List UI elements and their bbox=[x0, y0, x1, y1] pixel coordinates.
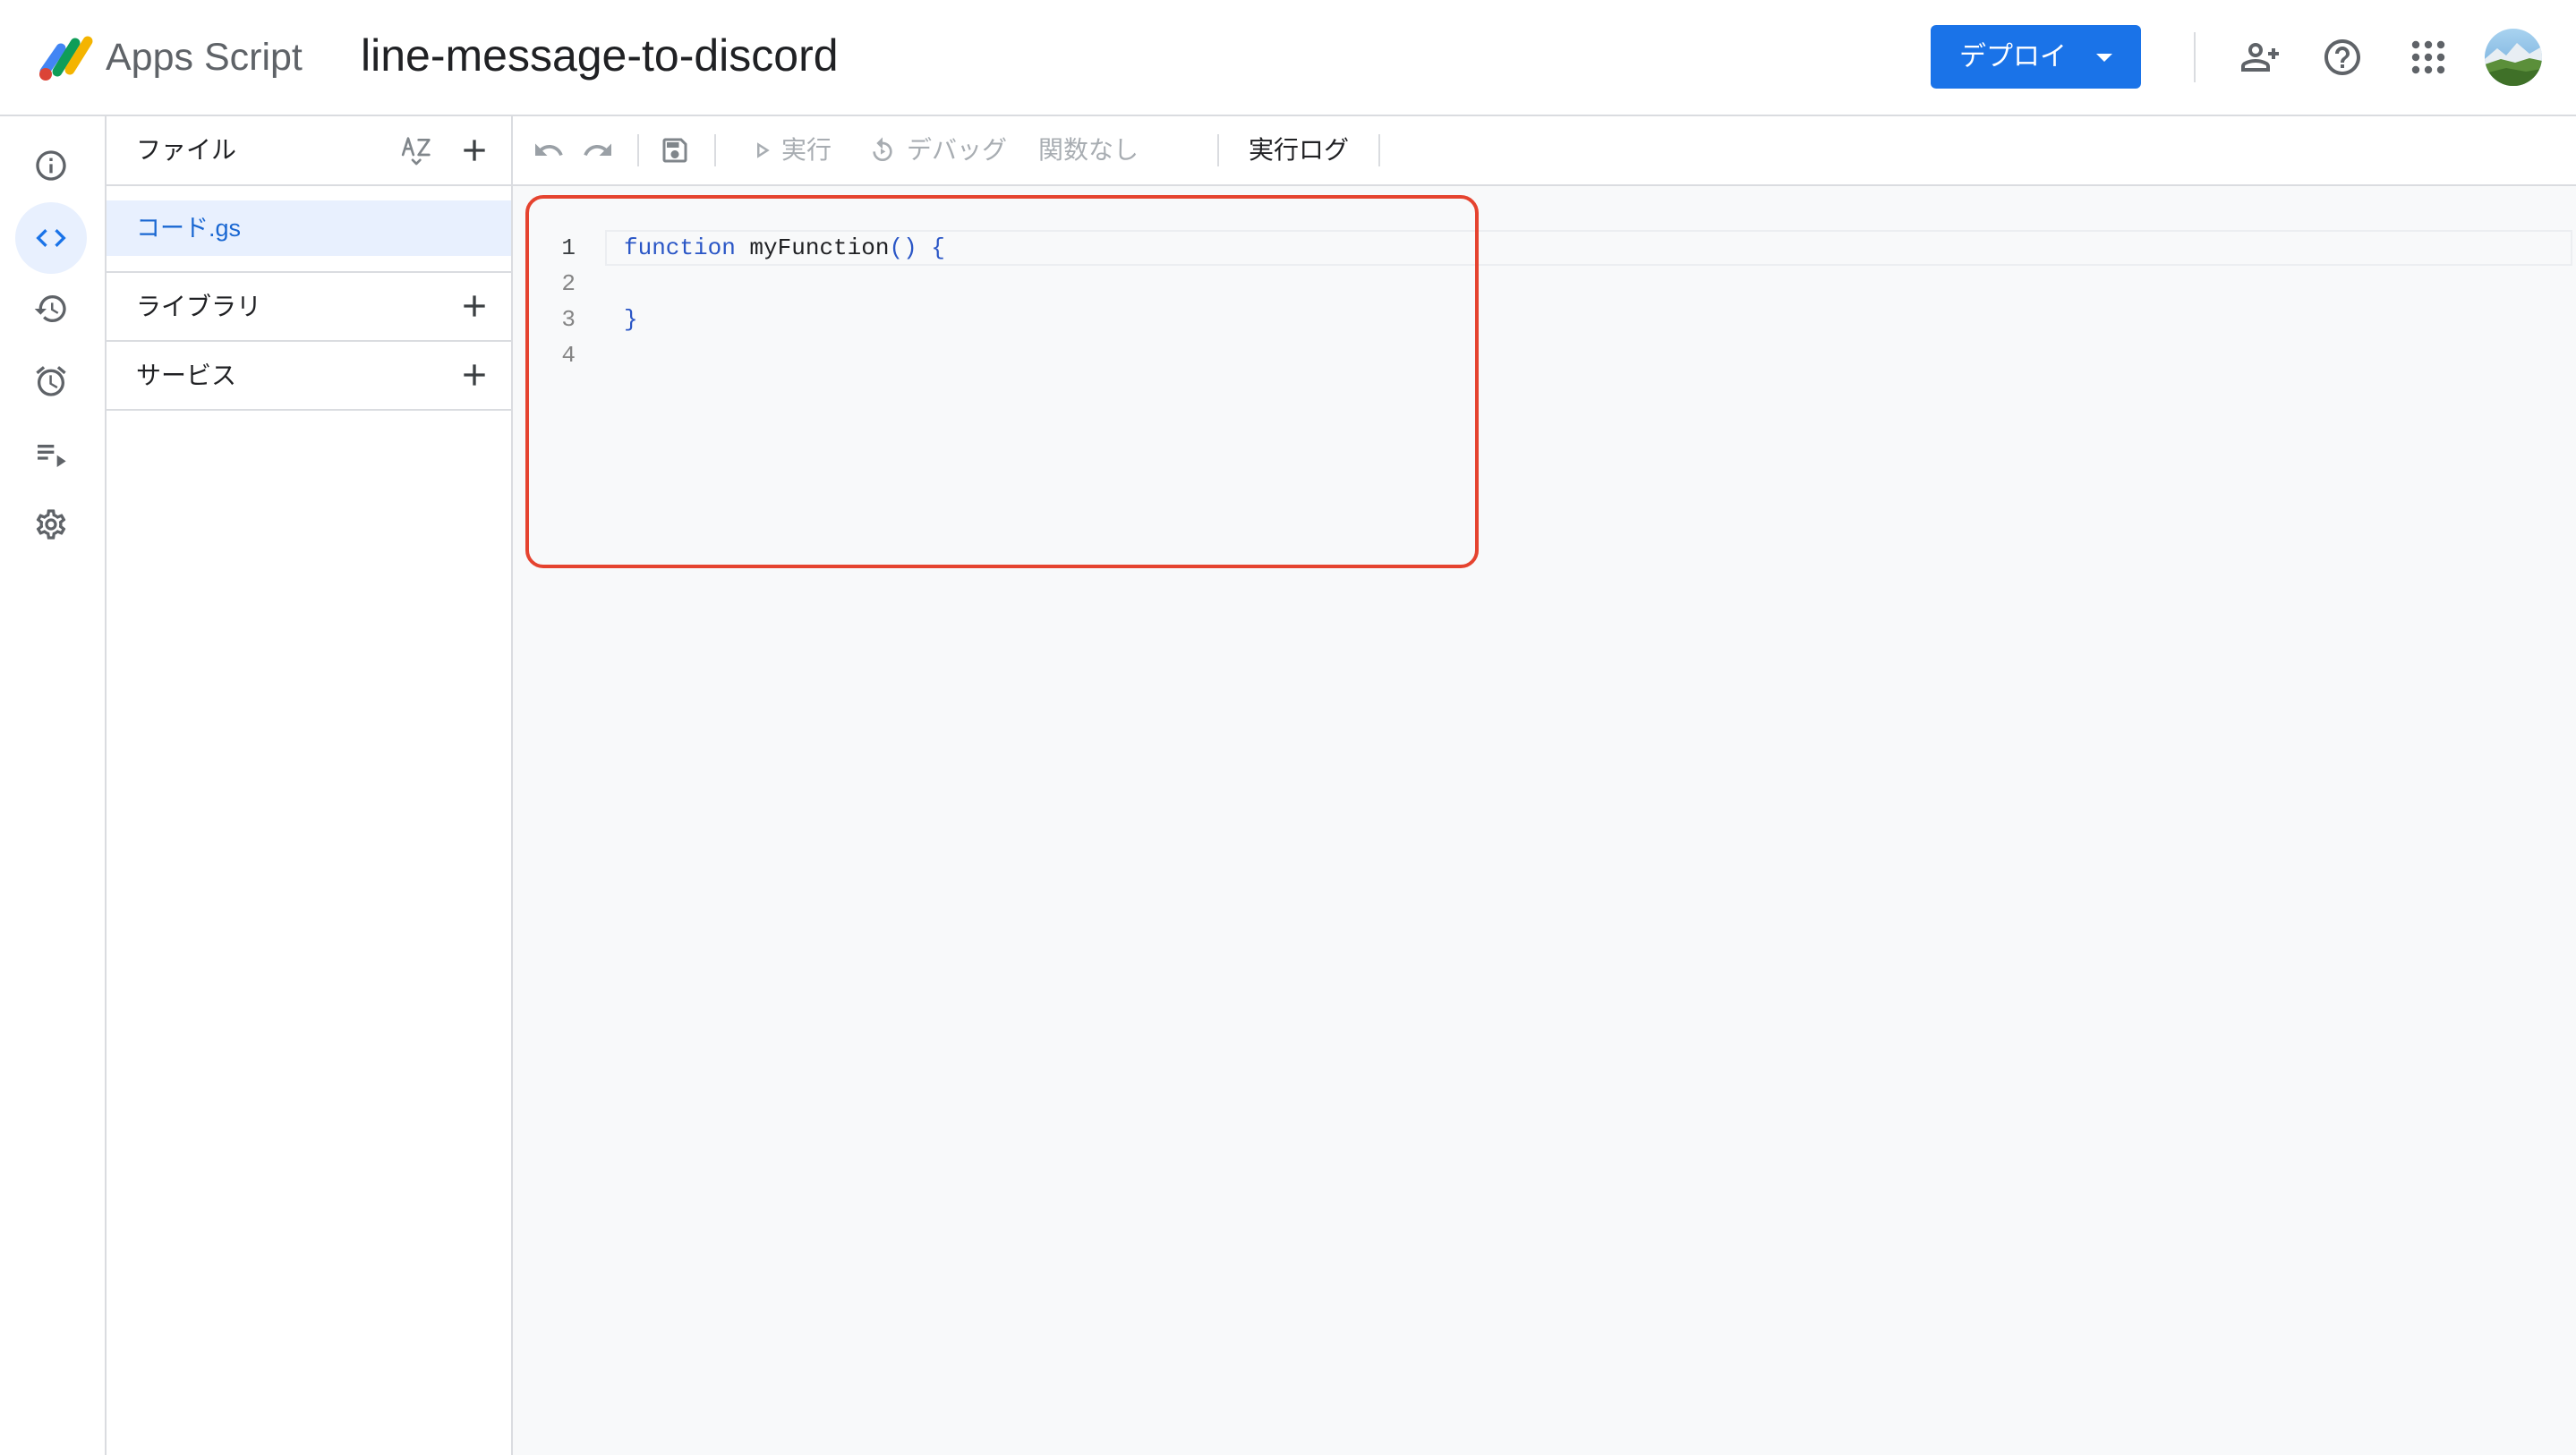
line-number: 1 bbox=[561, 234, 576, 261]
rail-item-history[interactable] bbox=[15, 273, 87, 345]
settings-icon bbox=[36, 509, 66, 540]
line-code[interactable]: } bbox=[624, 302, 638, 337]
play-icon bbox=[757, 142, 770, 158]
deploy-button[interactable]: デプロイ bbox=[1931, 25, 2141, 89]
add-service-icon[interactable] bbox=[456, 357, 492, 393]
deploy-button-label: デプロイ bbox=[1959, 42, 2067, 72]
sort-az-icon[interactable] bbox=[399, 132, 435, 168]
section-divider bbox=[107, 409, 511, 411]
playlist-play-icon bbox=[38, 445, 66, 467]
file-name: コード.gs bbox=[136, 215, 242, 242]
save-icon[interactable] bbox=[659, 134, 691, 166]
function-select[interactable]: 関数なし bbox=[1038, 116, 1139, 184]
code-token: function bbox=[624, 234, 736, 261]
person-add-icon[interactable] bbox=[2239, 36, 2282, 79]
code-token: () bbox=[889, 234, 917, 261]
dropdown-caret-icon[interactable] bbox=[2096, 54, 2112, 62]
side-rail bbox=[0, 116, 107, 1455]
apps-script-logo[interactable] bbox=[34, 29, 98, 86]
debug-button[interactable]: デバッグ bbox=[868, 116, 1007, 184]
code-line[interactable]: 3 } bbox=[513, 302, 2576, 337]
execution-log-button[interactable]: 実行ログ bbox=[1249, 116, 1349, 184]
libraries-label: ライブラリ bbox=[136, 293, 262, 320]
avatar[interactable] bbox=[2485, 29, 2542, 86]
run-label: 実行 bbox=[781, 136, 832, 164]
add-file-icon[interactable] bbox=[456, 132, 492, 168]
files-panel: ファイル コード.gs ライブラリ サービス bbox=[107, 116, 513, 1455]
info-icon bbox=[36, 150, 66, 181]
line-number: 4 bbox=[561, 342, 576, 369]
code-token: } bbox=[624, 306, 638, 333]
libraries-section[interactable]: ライブラリ bbox=[107, 273, 511, 340]
project-title[interactable]: line-message-to-discord bbox=[361, 28, 839, 83]
toolbar-divider bbox=[1217, 134, 1219, 166]
code-line[interactable]: 2 bbox=[513, 266, 2576, 302]
line-number: 2 bbox=[561, 270, 576, 297]
code-token: { bbox=[917, 234, 945, 261]
rail-item-settings[interactable] bbox=[15, 489, 87, 560]
help-icon[interactable] bbox=[2321, 36, 2364, 79]
undo-icon[interactable] bbox=[533, 134, 565, 166]
code-token: myFunction bbox=[735, 234, 890, 261]
toolbar-divider bbox=[1378, 134, 1380, 166]
code-line[interactable]: 4 bbox=[513, 337, 2576, 373]
rail-item-overview[interactable] bbox=[15, 130, 87, 201]
add-library-icon[interactable] bbox=[456, 288, 492, 324]
services-label: サービス bbox=[136, 362, 237, 389]
files-header: ファイル bbox=[107, 116, 511, 186]
redo-icon[interactable] bbox=[582, 134, 614, 166]
top-bar: Apps Script line-message-to-discord デプロイ bbox=[0, 0, 2576, 116]
file-item-selected[interactable]: コード.gs bbox=[107, 200, 511, 256]
header-divider bbox=[2194, 32, 2196, 82]
editor-toolbar: 実行 デバッグ 関数なし 実行ログ bbox=[513, 116, 2576, 186]
code-icon bbox=[36, 229, 66, 247]
code-line[interactable]: 1 function myFunction() { bbox=[513, 230, 2576, 266]
rail-item-editor[interactable] bbox=[15, 202, 87, 274]
history-icon bbox=[34, 295, 66, 322]
rail-item-triggers[interactable] bbox=[15, 345, 87, 417]
alarm-icon bbox=[36, 366, 66, 396]
line-number: 3 bbox=[561, 306, 576, 333]
toolbar-divider bbox=[714, 134, 716, 166]
services-section[interactable]: サービス bbox=[107, 342, 511, 409]
app-name[interactable]: Apps Script bbox=[106, 32, 303, 82]
files-label: ファイル bbox=[136, 136, 237, 164]
debug-label: デバッグ bbox=[907, 136, 1008, 164]
debug-icon bbox=[873, 137, 892, 161]
rail-item-executions[interactable] bbox=[15, 418, 87, 489]
toolbar-divider bbox=[637, 134, 639, 166]
apps-grid-icon[interactable] bbox=[2407, 36, 2450, 79]
line-code[interactable]: function myFunction() { bbox=[624, 230, 945, 266]
code-editor[interactable]: 1 function myFunction() { 2 3 } 4 bbox=[513, 186, 2576, 1455]
run-button[interactable]: 実行 bbox=[748, 116, 832, 184]
